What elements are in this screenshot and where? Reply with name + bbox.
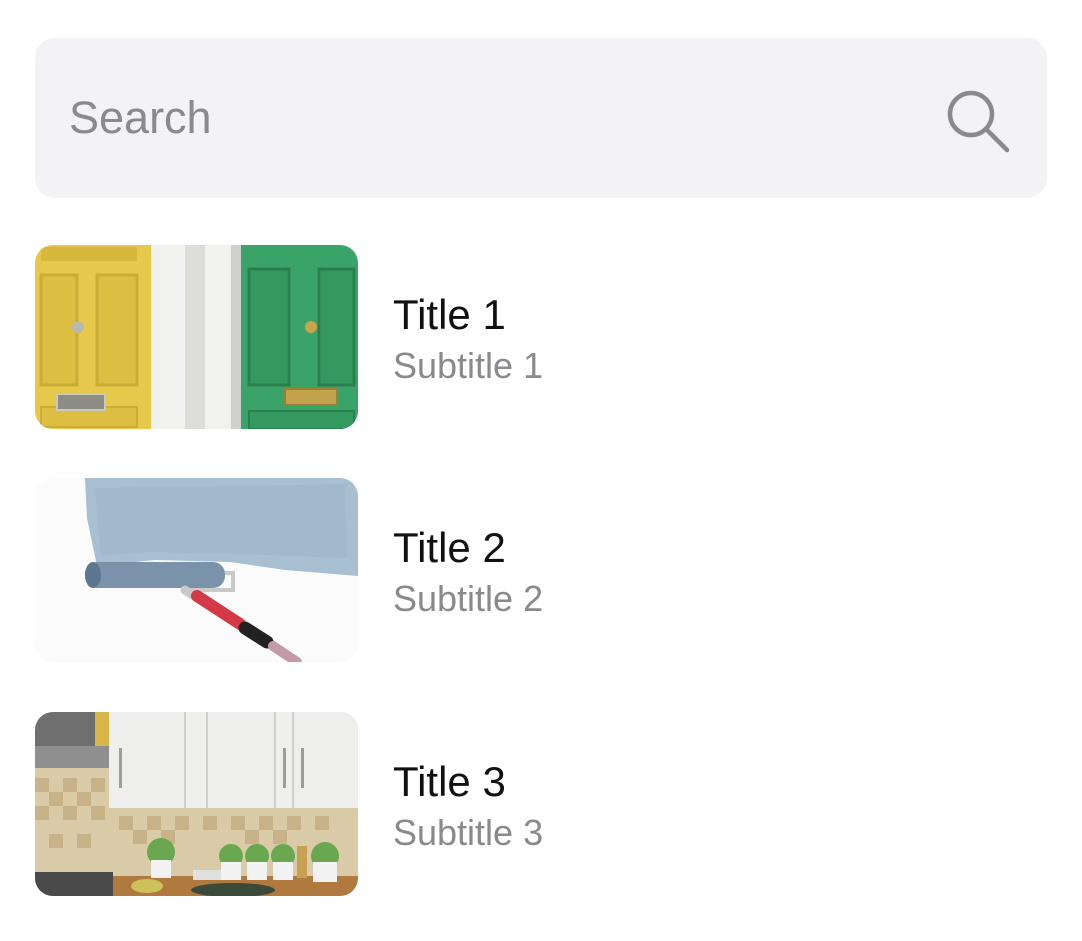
- search-icon[interactable]: [943, 86, 1013, 156]
- list-item[interactable]: Title 2 Subtitle 2: [35, 478, 1047, 662]
- item-subtitle: Subtitle 3: [393, 812, 544, 853]
- item-title: Title 1: [393, 291, 506, 338]
- doors-image: [35, 245, 358, 429]
- search-input[interactable]: [69, 38, 929, 198]
- item-title: Title 3: [393, 758, 506, 805]
- search-bar[interactable]: [35, 38, 1047, 198]
- item-title: Title 2: [393, 524, 506, 571]
- list-item[interactable]: Title 1 Subtitle 1: [35, 245, 1047, 429]
- item-subtitle: Subtitle 2: [393, 578, 544, 619]
- item-subtitle: Subtitle 1: [393, 345, 544, 386]
- list-item[interactable]: Title 3 Subtitle 3: [35, 712, 1047, 896]
- paint-roller-image: [35, 478, 358, 662]
- kitchen-image: [35, 712, 358, 896]
